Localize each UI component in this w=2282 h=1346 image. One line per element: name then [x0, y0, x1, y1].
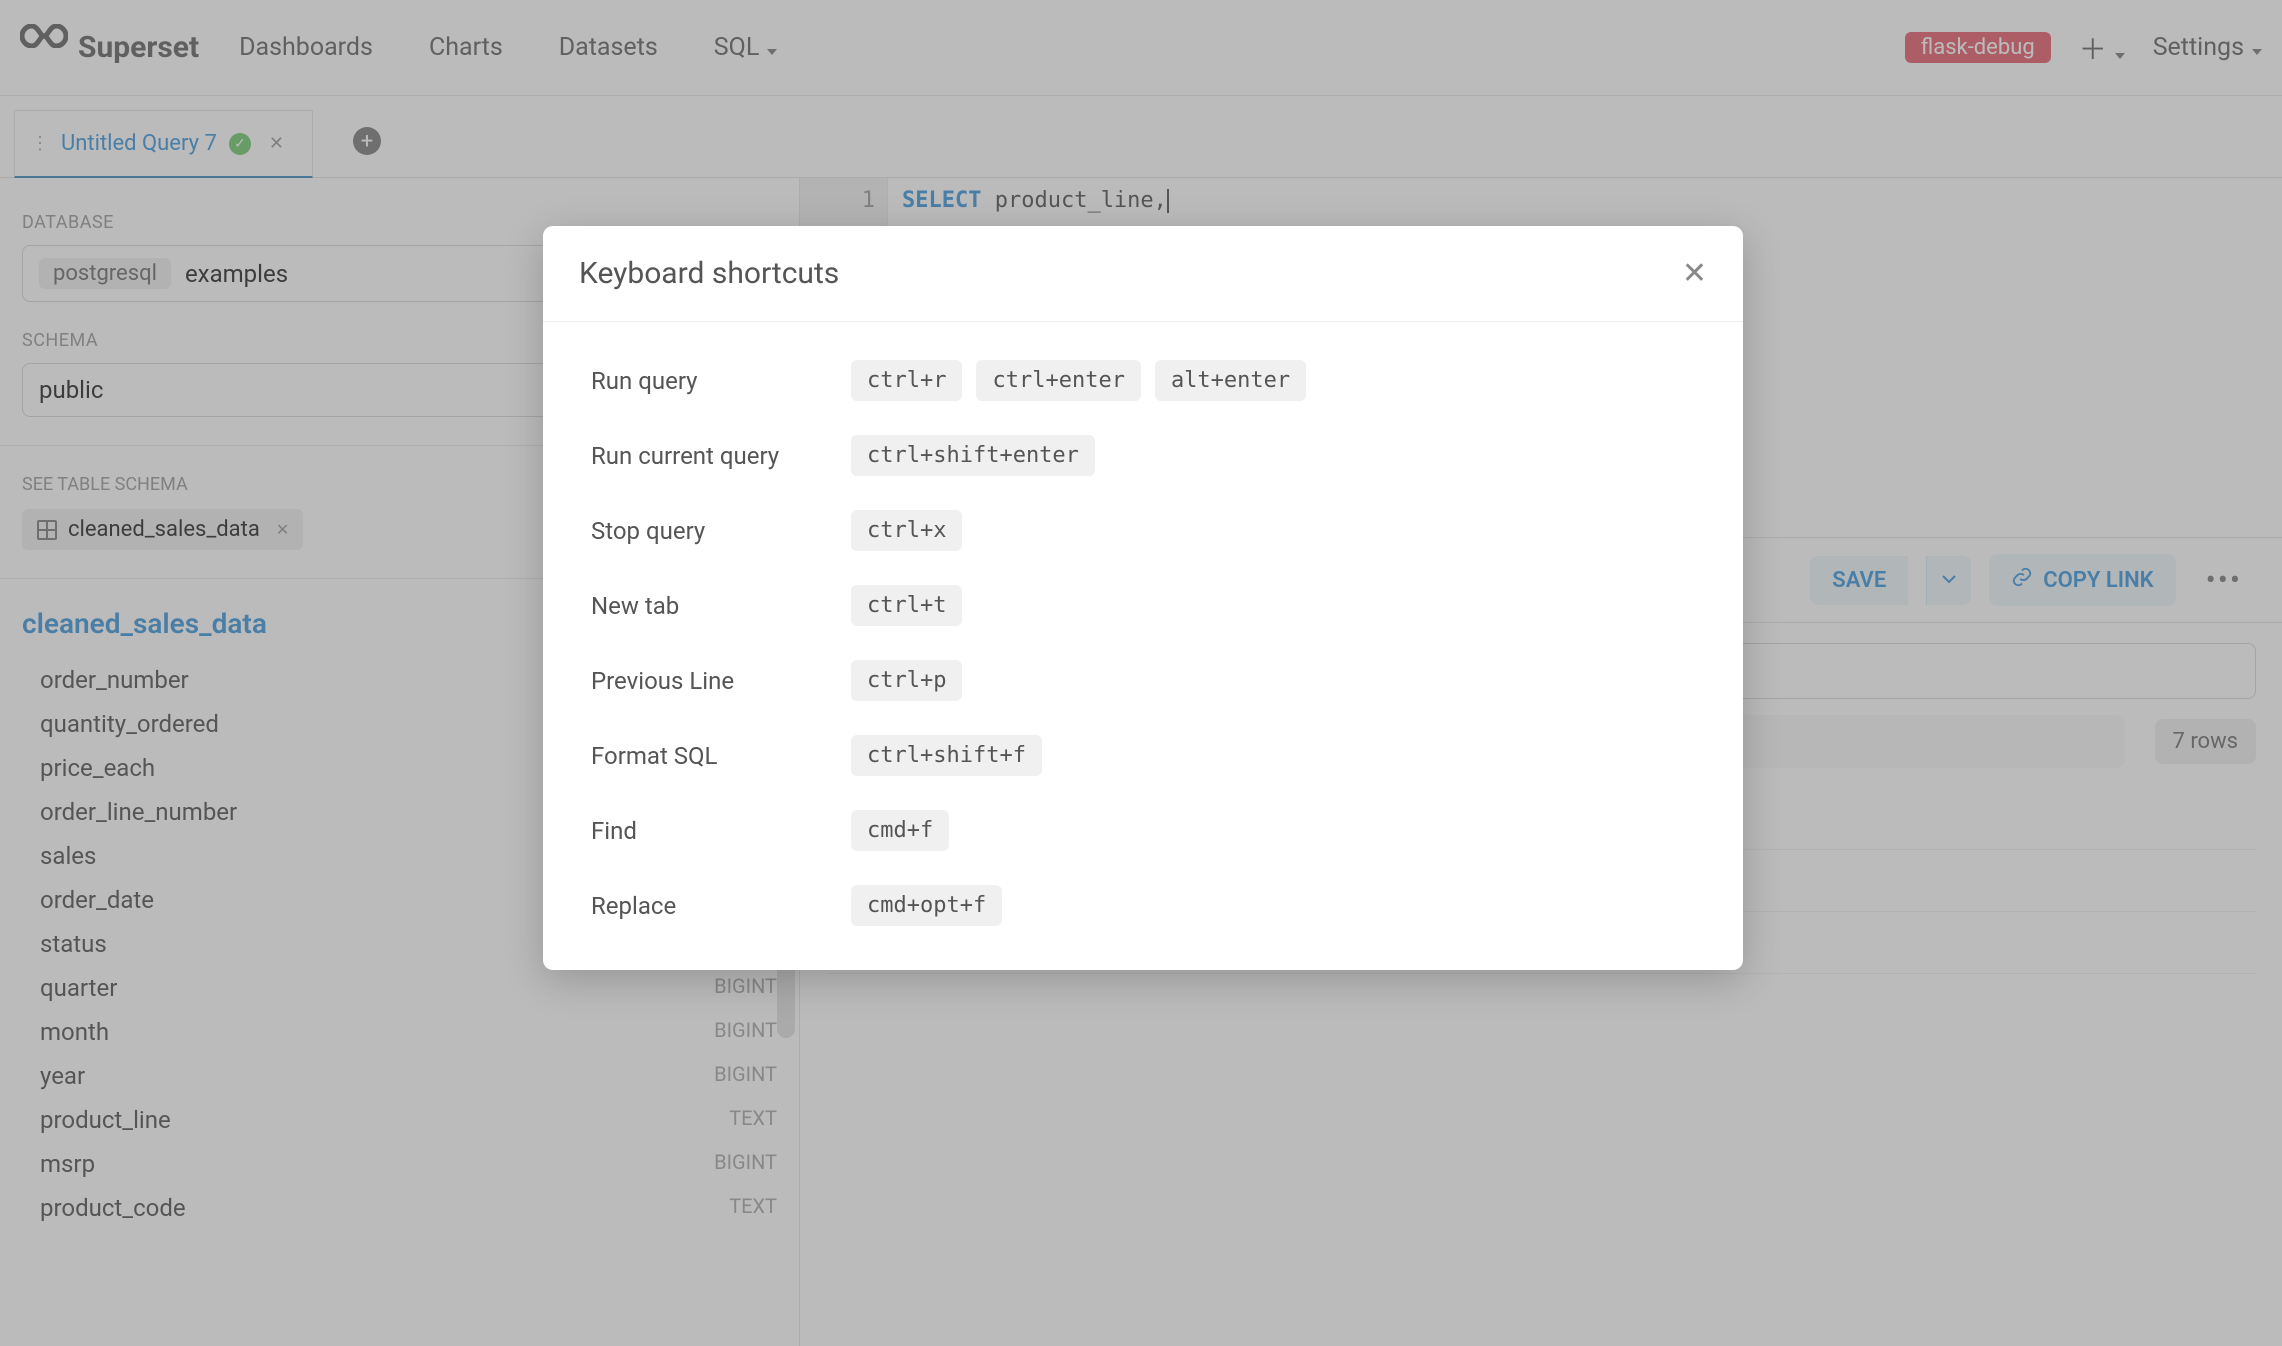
- shortcut-row: New tabctrl+t: [591, 585, 1695, 626]
- key-badge: ctrl+shift+f: [851, 735, 1042, 776]
- key-badge: ctrl+shift+enter: [851, 435, 1095, 476]
- shortcut-label: Stop query: [591, 517, 851, 545]
- modal-body: Run queryctrl+r ctrl+enter alt+enter Run cu…: [543, 322, 1743, 970]
- key-badge: cmd+f: [851, 810, 949, 851]
- shortcut-label: New tab: [591, 592, 851, 620]
- shortcut-row: Findcmd+f: [591, 810, 1695, 851]
- modal-header: Keyboard shortcuts ✕: [543, 226, 1743, 322]
- shortcut-keys: ctrl+t: [851, 585, 1695, 626]
- key-badge: ctrl+r: [851, 360, 962, 401]
- shortcut-row: Run queryctrl+r ctrl+enter alt+enter: [591, 360, 1695, 401]
- key-badge: alt+enter: [1155, 360, 1306, 401]
- shortcut-keys: ctrl+p: [851, 660, 1695, 701]
- shortcut-label: Run query: [591, 367, 851, 395]
- key-badge: ctrl+x: [851, 510, 962, 551]
- key-badge: ctrl+p: [851, 660, 962, 701]
- shortcut-row: Stop queryctrl+x: [591, 510, 1695, 551]
- shortcut-label: Replace: [591, 892, 851, 920]
- shortcut-row: Previous Linectrl+p: [591, 660, 1695, 701]
- shortcut-label: Previous Line: [591, 667, 851, 695]
- shortcut-keys: ctrl+x: [851, 510, 1695, 551]
- key-badge: cmd+opt+f: [851, 885, 1002, 926]
- close-icon[interactable]: ✕: [1682, 256, 1707, 291]
- modal-title: Keyboard shortcuts: [579, 256, 839, 291]
- key-badge: ctrl+t: [851, 585, 962, 626]
- shortcut-keys: ctrl+r ctrl+enter alt+enter: [851, 360, 1695, 401]
- shortcut-label: Format SQL: [591, 742, 851, 770]
- shortcut-row: Replacecmd+opt+f: [591, 885, 1695, 926]
- key-badge: ctrl+enter: [976, 360, 1140, 401]
- shortcut-row: Format SQLctrl+shift+f: [591, 735, 1695, 776]
- shortcut-keys: cmd+opt+f: [851, 885, 1695, 926]
- shortcut-keys: ctrl+shift+f: [851, 735, 1695, 776]
- shortcut-keys: ctrl+shift+enter: [851, 435, 1695, 476]
- shortcut-keys: cmd+f: [851, 810, 1695, 851]
- shortcut-label: Find: [591, 817, 851, 845]
- shortcut-label: Run current query: [591, 442, 851, 470]
- shortcut-row: Run current queryctrl+shift+enter: [591, 435, 1695, 476]
- keyboard-shortcuts-modal: Keyboard shortcuts ✕ Run queryctrl+rctrl…: [543, 226, 1743, 970]
